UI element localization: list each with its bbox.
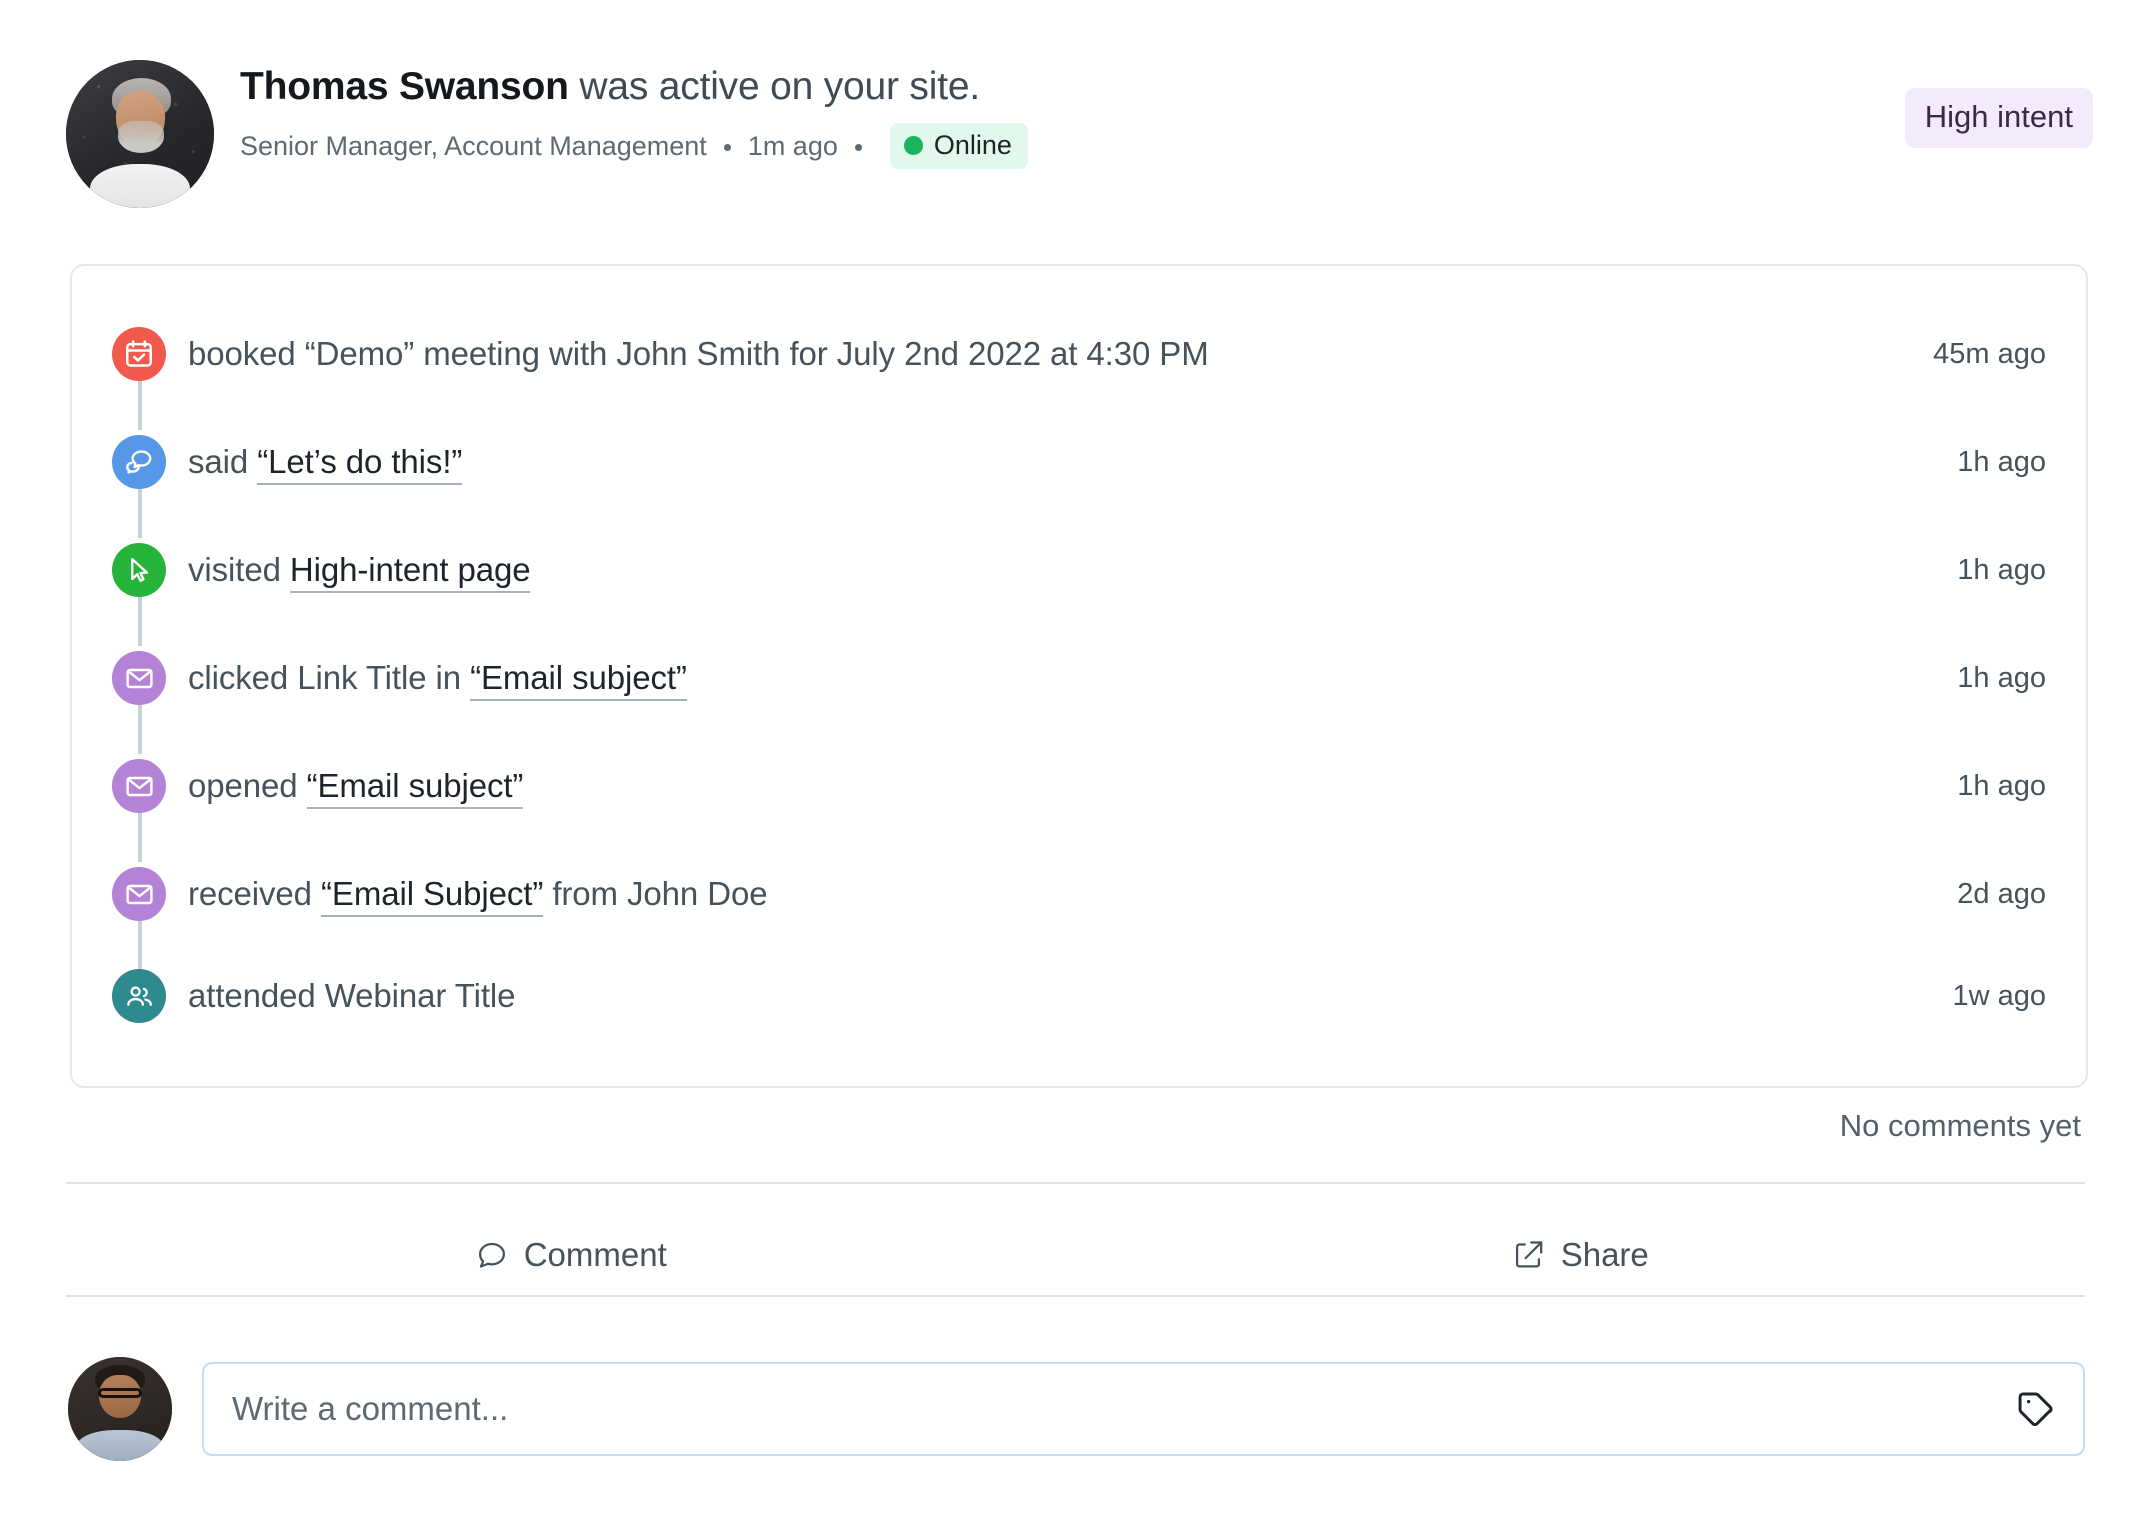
no-comments-label: No comments yet <box>1839 1108 2081 1143</box>
header-text-block: Thomas Swanson was active on your site. … <box>240 58 1028 170</box>
event-prefix: received <box>188 875 322 912</box>
timeline-event-text: received “Email Subject” from John Doe <box>188 875 768 917</box>
action-bar: Comment Share <box>66 1218 2085 1292</box>
envelope-icon <box>112 867 166 921</box>
event-prefix: opened <box>188 767 307 804</box>
share-button[interactable]: Share <box>1076 1218 2086 1292</box>
status-badge: Online <box>889 123 1028 170</box>
tag-icon[interactable] <box>2015 1388 2057 1430</box>
avatar-shirt <box>76 1429 164 1461</box>
activity-description: was active on your site. <box>568 65 980 108</box>
comment-input[interactable] <box>232 1390 2001 1428</box>
timeline-row[interactable]: clicked Link Title in “Email subject” 1h… <box>112 624 2046 754</box>
event-timestamp: 1h ago <box>1957 445 2046 478</box>
event-link[interactable]: “Demo” <box>305 335 415 372</box>
event-link[interactable]: “Let’s do this!” <box>257 443 462 485</box>
meta-separator-dot-1 <box>723 143 731 151</box>
event-prefix: said <box>188 443 258 480</box>
event-timestamp: 2d ago <box>1957 877 2046 910</box>
thomas-swanson-avatar[interactable] <box>66 60 214 208</box>
intent-badge: High intent <box>1904 88 2093 148</box>
activity-header: Thomas Swanson was active on your site. … <box>66 58 2093 208</box>
cursor-pointer-icon <box>112 543 166 597</box>
envelope-icon <box>112 759 166 813</box>
comment-composer <box>68 1348 2085 1470</box>
activity-feed-card: Thomas Swanson was active on your site. … <box>0 0 2151 1524</box>
people-group-icon <box>112 969 166 1023</box>
timeline-row[interactable]: received “Email Subject” from John Doe 2… <box>112 840 2046 970</box>
activity-timeline-list: booked “Demo” meeting with John Smith fo… <box>112 300 2046 1044</box>
timeline-row[interactable]: said “Let’s do this!” 1h ago <box>112 408 2046 538</box>
event-prefix: visited <box>188 551 290 588</box>
avatar-beard <box>117 120 164 154</box>
comment-button[interactable]: Comment <box>66 1218 1076 1292</box>
event-timestamp: 1h ago <box>1957 769 2046 802</box>
person-meta: Senior Manager, Account Management 1m ag… <box>240 123 1028 170</box>
comment-input-wrapper[interactable] <box>202 1362 2085 1456</box>
status-badge-label: Online <box>933 130 1012 161</box>
page-title: Thomas Swanson was active on your site. <box>240 64 1028 109</box>
chat-bubbles-icon <box>112 435 166 489</box>
event-timestamp: 1w ago <box>1952 979 2046 1012</box>
divider-bottom <box>66 1295 2085 1297</box>
event-suffix: from John Doe <box>543 875 768 912</box>
divider-top <box>66 1182 2085 1184</box>
envelope-icon <box>112 651 166 705</box>
timeline-event-text: said “Let’s do this!” <box>188 443 462 485</box>
timeline-row[interactable]: attended Webinar Title 1w ago <box>112 948 2046 1044</box>
event-timestamp: 1h ago <box>1957 553 2046 586</box>
event-timestamp: 1h ago <box>1957 661 2046 694</box>
timeline-event-text: attended Webinar Title <box>188 977 516 1015</box>
person-role: Senior Manager, Account Management <box>240 130 707 161</box>
meta-separator-dot-2 <box>854 143 862 151</box>
event-prefix: attended Webinar Title <box>188 977 516 1014</box>
calendar-check-icon <box>112 327 166 381</box>
timeline-row[interactable]: visited High-intent page 1h ago <box>112 516 2046 646</box>
activity-timeline-card: booked “Demo” meeting with John Smith fo… <box>70 264 2088 1088</box>
event-suffix: meeting with John Smith for July 2nd 202… <box>414 335 1209 372</box>
event-prefix: booked <box>188 335 305 372</box>
avatar-glasses <box>98 1388 142 1398</box>
share-button-label: Share <box>1560 1236 1649 1273</box>
timeline-event-text: visited High-intent page <box>188 551 531 593</box>
share-icon <box>1512 1238 1546 1272</box>
timeline-event-text: booked “Demo” meeting with John Smith fo… <box>188 335 1209 373</box>
avatar-shirt <box>89 163 191 208</box>
event-link[interactable]: “Email subject” <box>306 767 523 809</box>
online-status-dot-icon <box>903 136 923 156</box>
timeline-row[interactable]: opened “Email subject” 1h ago <box>112 732 2046 862</box>
current-user-avatar[interactable] <box>68 1357 172 1461</box>
event-link[interactable]: High-intent page <box>289 551 531 593</box>
comment-bubble-icon <box>475 1238 509 1272</box>
person-name[interactable]: Thomas Swanson <box>240 65 569 108</box>
timeline-event-text: clicked Link Title in “Email subject” <box>188 659 687 701</box>
activity-timestamp: 1m ago <box>747 130 838 161</box>
comment-button-label: Comment <box>523 1236 667 1273</box>
event-prefix: clicked Link Title in <box>188 659 471 696</box>
timeline-row[interactable]: booked “Demo” meeting with John Smith fo… <box>112 300 2046 430</box>
event-timestamp: 45m ago <box>1933 337 2046 370</box>
event-link[interactable]: “Email Subject” <box>321 875 543 917</box>
event-link[interactable]: “Email subject” <box>470 659 687 701</box>
timeline-event-text: opened “Email subject” <box>188 767 523 809</box>
